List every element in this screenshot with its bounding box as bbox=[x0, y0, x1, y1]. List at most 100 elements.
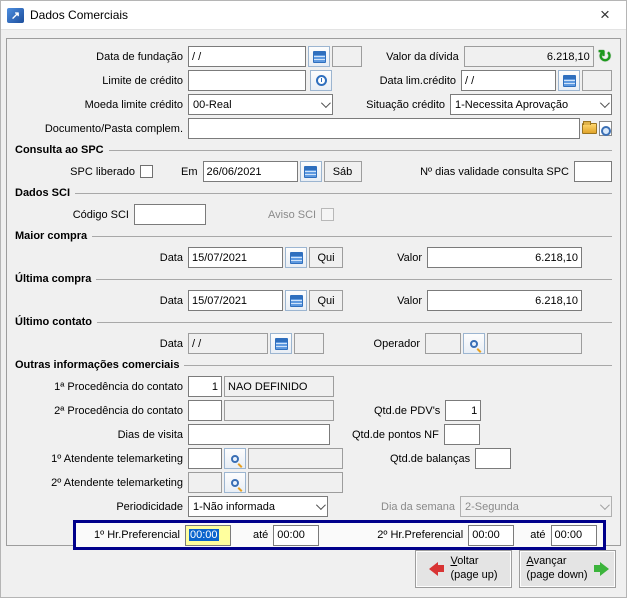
qtd-balancas-label: Qtd.de balanças bbox=[390, 452, 471, 465]
avancar-button[interactable]: Avançar (page down) bbox=[519, 549, 616, 588]
atendente1-code-input[interactable] bbox=[188, 448, 222, 469]
refresh-icon[interactable]: ↻ bbox=[598, 48, 612, 65]
title-bar: ↗ Dados Comerciais × bbox=[1, 1, 626, 29]
hr2-fim-input[interactable]: 00:00 bbox=[550, 524, 597, 546]
dia-semana-select: 2-Segunda bbox=[460, 496, 612, 517]
proc1-name-field: NAO DEFINIDO bbox=[224, 376, 334, 397]
qtd-pontos-nf-input[interactable] bbox=[443, 424, 480, 445]
spc-liberado-label: SPC liberado bbox=[70, 165, 135, 178]
documento-label: Documento/Pasta complem. bbox=[44, 122, 183, 135]
folder-icon[interactable] bbox=[582, 121, 597, 134]
aviso-sci-checkbox bbox=[321, 208, 335, 221]
ultimo-contato-weekday bbox=[294, 333, 324, 354]
spc-validade-label: Nº dias validade consulta SPC bbox=[420, 165, 569, 178]
calendar-icon bbox=[304, 165, 317, 178]
situacao-credito-select[interactable]: 1-Necessita Aprovação bbox=[450, 94, 612, 115]
calendar-icon bbox=[562, 74, 576, 87]
spc-em-input[interactable] bbox=[202, 161, 298, 182]
section-consulta-spc: Consulta ao SPC bbox=[15, 143, 612, 157]
voltar-button-sublabel: (page up) bbox=[450, 568, 498, 581]
hr1-fim-input[interactable]: 00:00 bbox=[273, 524, 320, 546]
codigo-sci-label: Código SCI bbox=[72, 208, 129, 221]
limite-credito-label: Limite de crédito bbox=[102, 74, 183, 87]
main-frame: Data de fundação Valor da dívida 6.218,1… bbox=[6, 38, 621, 550]
ultimo-contato-data-label: Data bbox=[159, 337, 183, 350]
hr2-label: 2º Hr.Preferencial bbox=[377, 529, 464, 541]
proc1-code-input[interactable] bbox=[188, 376, 222, 397]
data-fundacao-calendar-button[interactable] bbox=[308, 46, 330, 67]
data-lim-credito-input[interactable] bbox=[461, 70, 556, 91]
footer: Voltar (page up) Avançar (page down) bbox=[1, 546, 626, 597]
calendar-icon bbox=[274, 337, 288, 350]
chevron-down-icon bbox=[320, 98, 331, 109]
calendar-icon bbox=[289, 251, 303, 264]
proc1-label: 1ª Procedência do contato bbox=[54, 380, 183, 393]
maior-compra-data-input[interactable] bbox=[188, 247, 283, 268]
data-fundacao-weekday bbox=[332, 46, 362, 67]
limite-credito-history-button[interactable] bbox=[310, 70, 332, 91]
spc-em-calendar-button[interactable] bbox=[299, 161, 322, 182]
codigo-sci-input[interactable] bbox=[134, 204, 206, 225]
section-ultima-compra: Última compra bbox=[15, 272, 612, 286]
back-arrow-icon bbox=[429, 561, 445, 576]
calendar-icon bbox=[289, 294, 303, 307]
maior-compra-valor-input[interactable] bbox=[427, 247, 582, 268]
data-lim-credito-calendar-button[interactable] bbox=[558, 70, 580, 91]
ultima-compra-data-label: Data bbox=[159, 294, 183, 307]
documento-input[interactable] bbox=[188, 118, 580, 139]
proc2-code-input[interactable] bbox=[188, 400, 222, 421]
search-icon bbox=[231, 454, 239, 463]
aviso-sci-label: Aviso SCI bbox=[268, 208, 317, 221]
dias-visita-label: Dias de visita bbox=[117, 428, 183, 441]
section-outras-informacoes: Outras informações comerciais bbox=[15, 358, 612, 372]
forward-arrow-icon bbox=[593, 561, 609, 576]
situacao-credito-label: Situação crédito bbox=[366, 98, 445, 111]
data-lim-credito-weekday bbox=[582, 70, 612, 91]
periodicidade-select[interactable]: 1-Não informada bbox=[188, 496, 328, 517]
chevron-down-icon bbox=[599, 98, 610, 109]
dias-visita-input[interactable] bbox=[188, 424, 330, 445]
spc-validade-input[interactable] bbox=[574, 161, 612, 182]
chevron-down-icon bbox=[315, 500, 326, 511]
atendente1-name-field bbox=[248, 448, 343, 469]
atendente2-name-field bbox=[248, 472, 343, 493]
dia-semana-label: Dia da semana bbox=[381, 500, 455, 513]
hr1-label: 1º Hr.Preferencial bbox=[94, 529, 180, 541]
proc2-label: 2ª Procedência do contato bbox=[54, 404, 183, 417]
hr2-inicio-input[interactable]: 00:00 bbox=[468, 524, 515, 546]
proc2-name-field bbox=[224, 400, 334, 421]
history-icon bbox=[315, 75, 327, 86]
calendar-icon bbox=[312, 50, 326, 63]
ultima-compra-data-input[interactable] bbox=[188, 290, 283, 311]
section-maior-compra: Maior compra bbox=[15, 229, 612, 243]
hr2-ate-label: até bbox=[530, 529, 546, 541]
qtd-pontos-nf-label: Qtd.de pontos NF bbox=[352, 428, 439, 441]
ultimo-contato-data-field: / / bbox=[188, 333, 268, 354]
ultimo-contato-calendar-button[interactable] bbox=[270, 333, 292, 354]
maior-compra-calendar-button[interactable] bbox=[285, 247, 307, 268]
ultima-compra-calendar-button[interactable] bbox=[285, 290, 307, 311]
maior-compra-valor-label: Valor bbox=[397, 251, 422, 264]
spc-liberado-checkbox[interactable] bbox=[140, 165, 153, 178]
qtd-balancas-input[interactable] bbox=[475, 448, 512, 469]
operador-search-button[interactable] bbox=[463, 333, 485, 354]
close-icon[interactable]: × bbox=[590, 2, 620, 28]
operador-name-field bbox=[487, 333, 582, 354]
moeda-limite-select[interactable]: 00-Real bbox=[188, 94, 333, 115]
search-icon bbox=[231, 478, 239, 487]
document-search-icon[interactable] bbox=[599, 121, 612, 136]
ultima-compra-valor-label: Valor bbox=[397, 294, 422, 307]
qtd-pdvs-input[interactable] bbox=[445, 400, 482, 421]
limite-credito-input[interactable] bbox=[188, 70, 306, 91]
atendente1-search-button[interactable] bbox=[224, 448, 246, 469]
maior-compra-data-label: Data bbox=[159, 251, 183, 264]
atendente2-code-field bbox=[188, 472, 222, 493]
atendente2-search-button[interactable] bbox=[224, 472, 246, 493]
data-fundacao-input[interactable] bbox=[188, 46, 306, 67]
data-fundacao-label: Data de fundação bbox=[96, 50, 183, 63]
hr1-inicio-input[interactable]: 00:00 bbox=[185, 524, 231, 546]
voltar-button-label: Voltar bbox=[450, 554, 479, 567]
ultima-compra-valor-input[interactable] bbox=[427, 290, 582, 311]
operador-code-field bbox=[425, 333, 461, 354]
voltar-button[interactable]: Voltar (page up) bbox=[415, 549, 512, 588]
